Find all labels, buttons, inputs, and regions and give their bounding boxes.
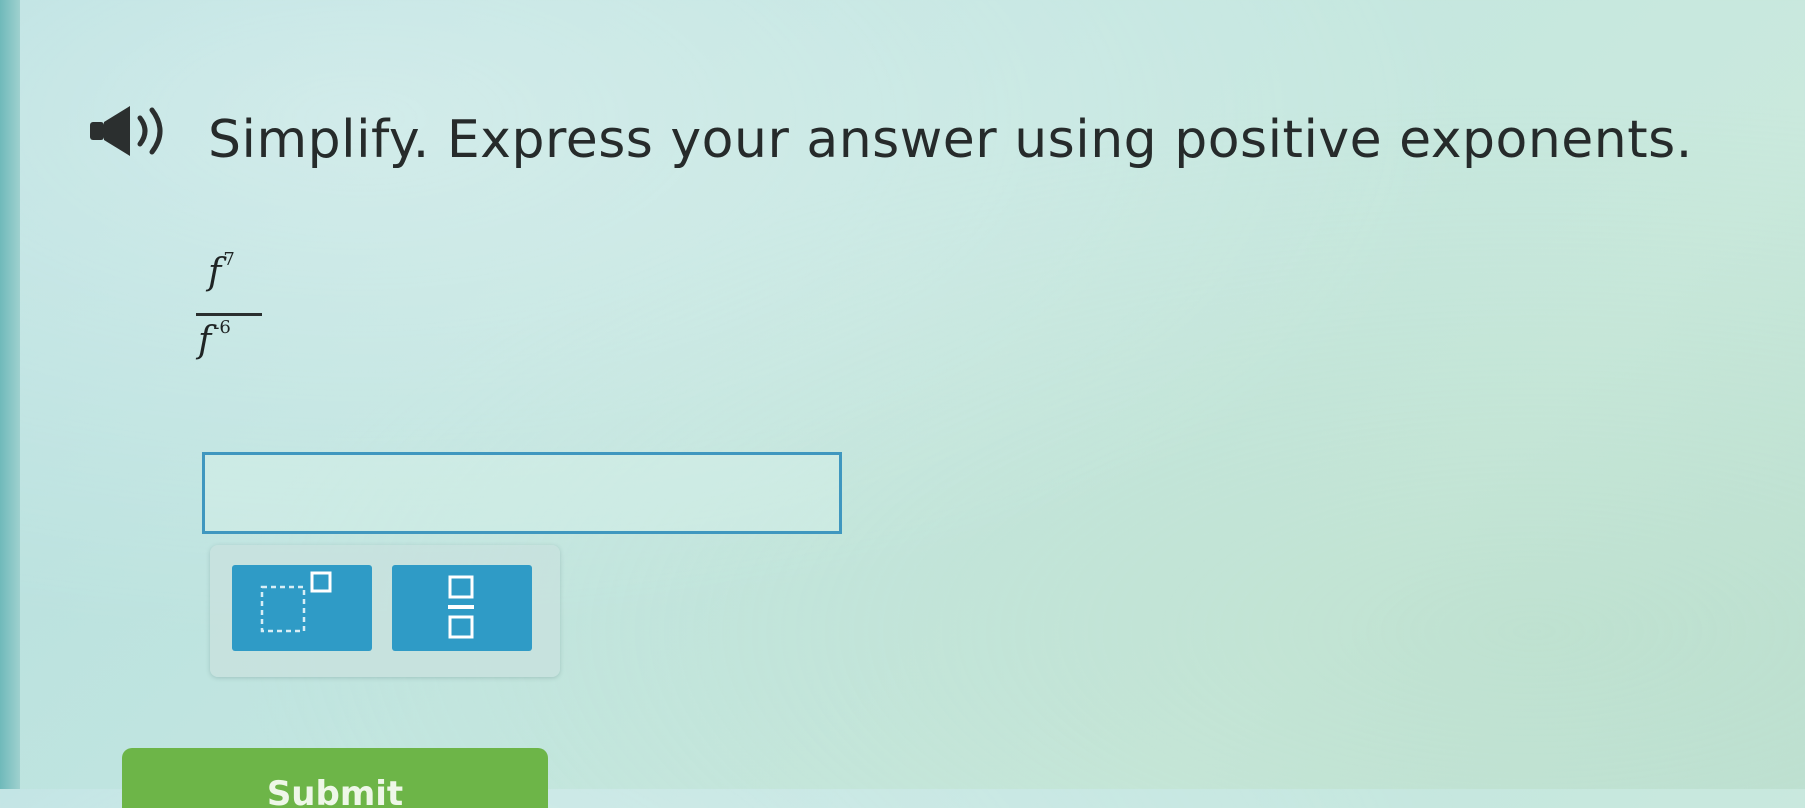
fraction-bar: [196, 313, 262, 316]
answer-input[interactable]: [202, 452, 842, 534]
fraction-denominator: f -6: [198, 317, 231, 361]
question-prompt: Simplify. Express your answer using posi…: [208, 110, 1693, 170]
expression-fraction: f7 f -6: [196, 249, 266, 380]
math-toolbar: [210, 545, 560, 677]
numerator-exponent: 7: [223, 249, 235, 270]
speaker-icon[interactable]: [88, 100, 192, 162]
exponent-template-icon: [260, 571, 332, 633]
fraction-button[interactable]: [392, 565, 532, 651]
fraction-template-icon: [448, 575, 474, 639]
numerator-base: f: [208, 252, 222, 293]
left-panel-edge: [0, 0, 20, 789]
exponent-button[interactable]: [232, 565, 372, 651]
fraction-numerator: f7: [208, 249, 235, 293]
denominator-exponent: -6: [213, 317, 231, 338]
submit-button[interactable]: Submit: [122, 748, 548, 808]
denominator-base: f: [198, 320, 212, 361]
